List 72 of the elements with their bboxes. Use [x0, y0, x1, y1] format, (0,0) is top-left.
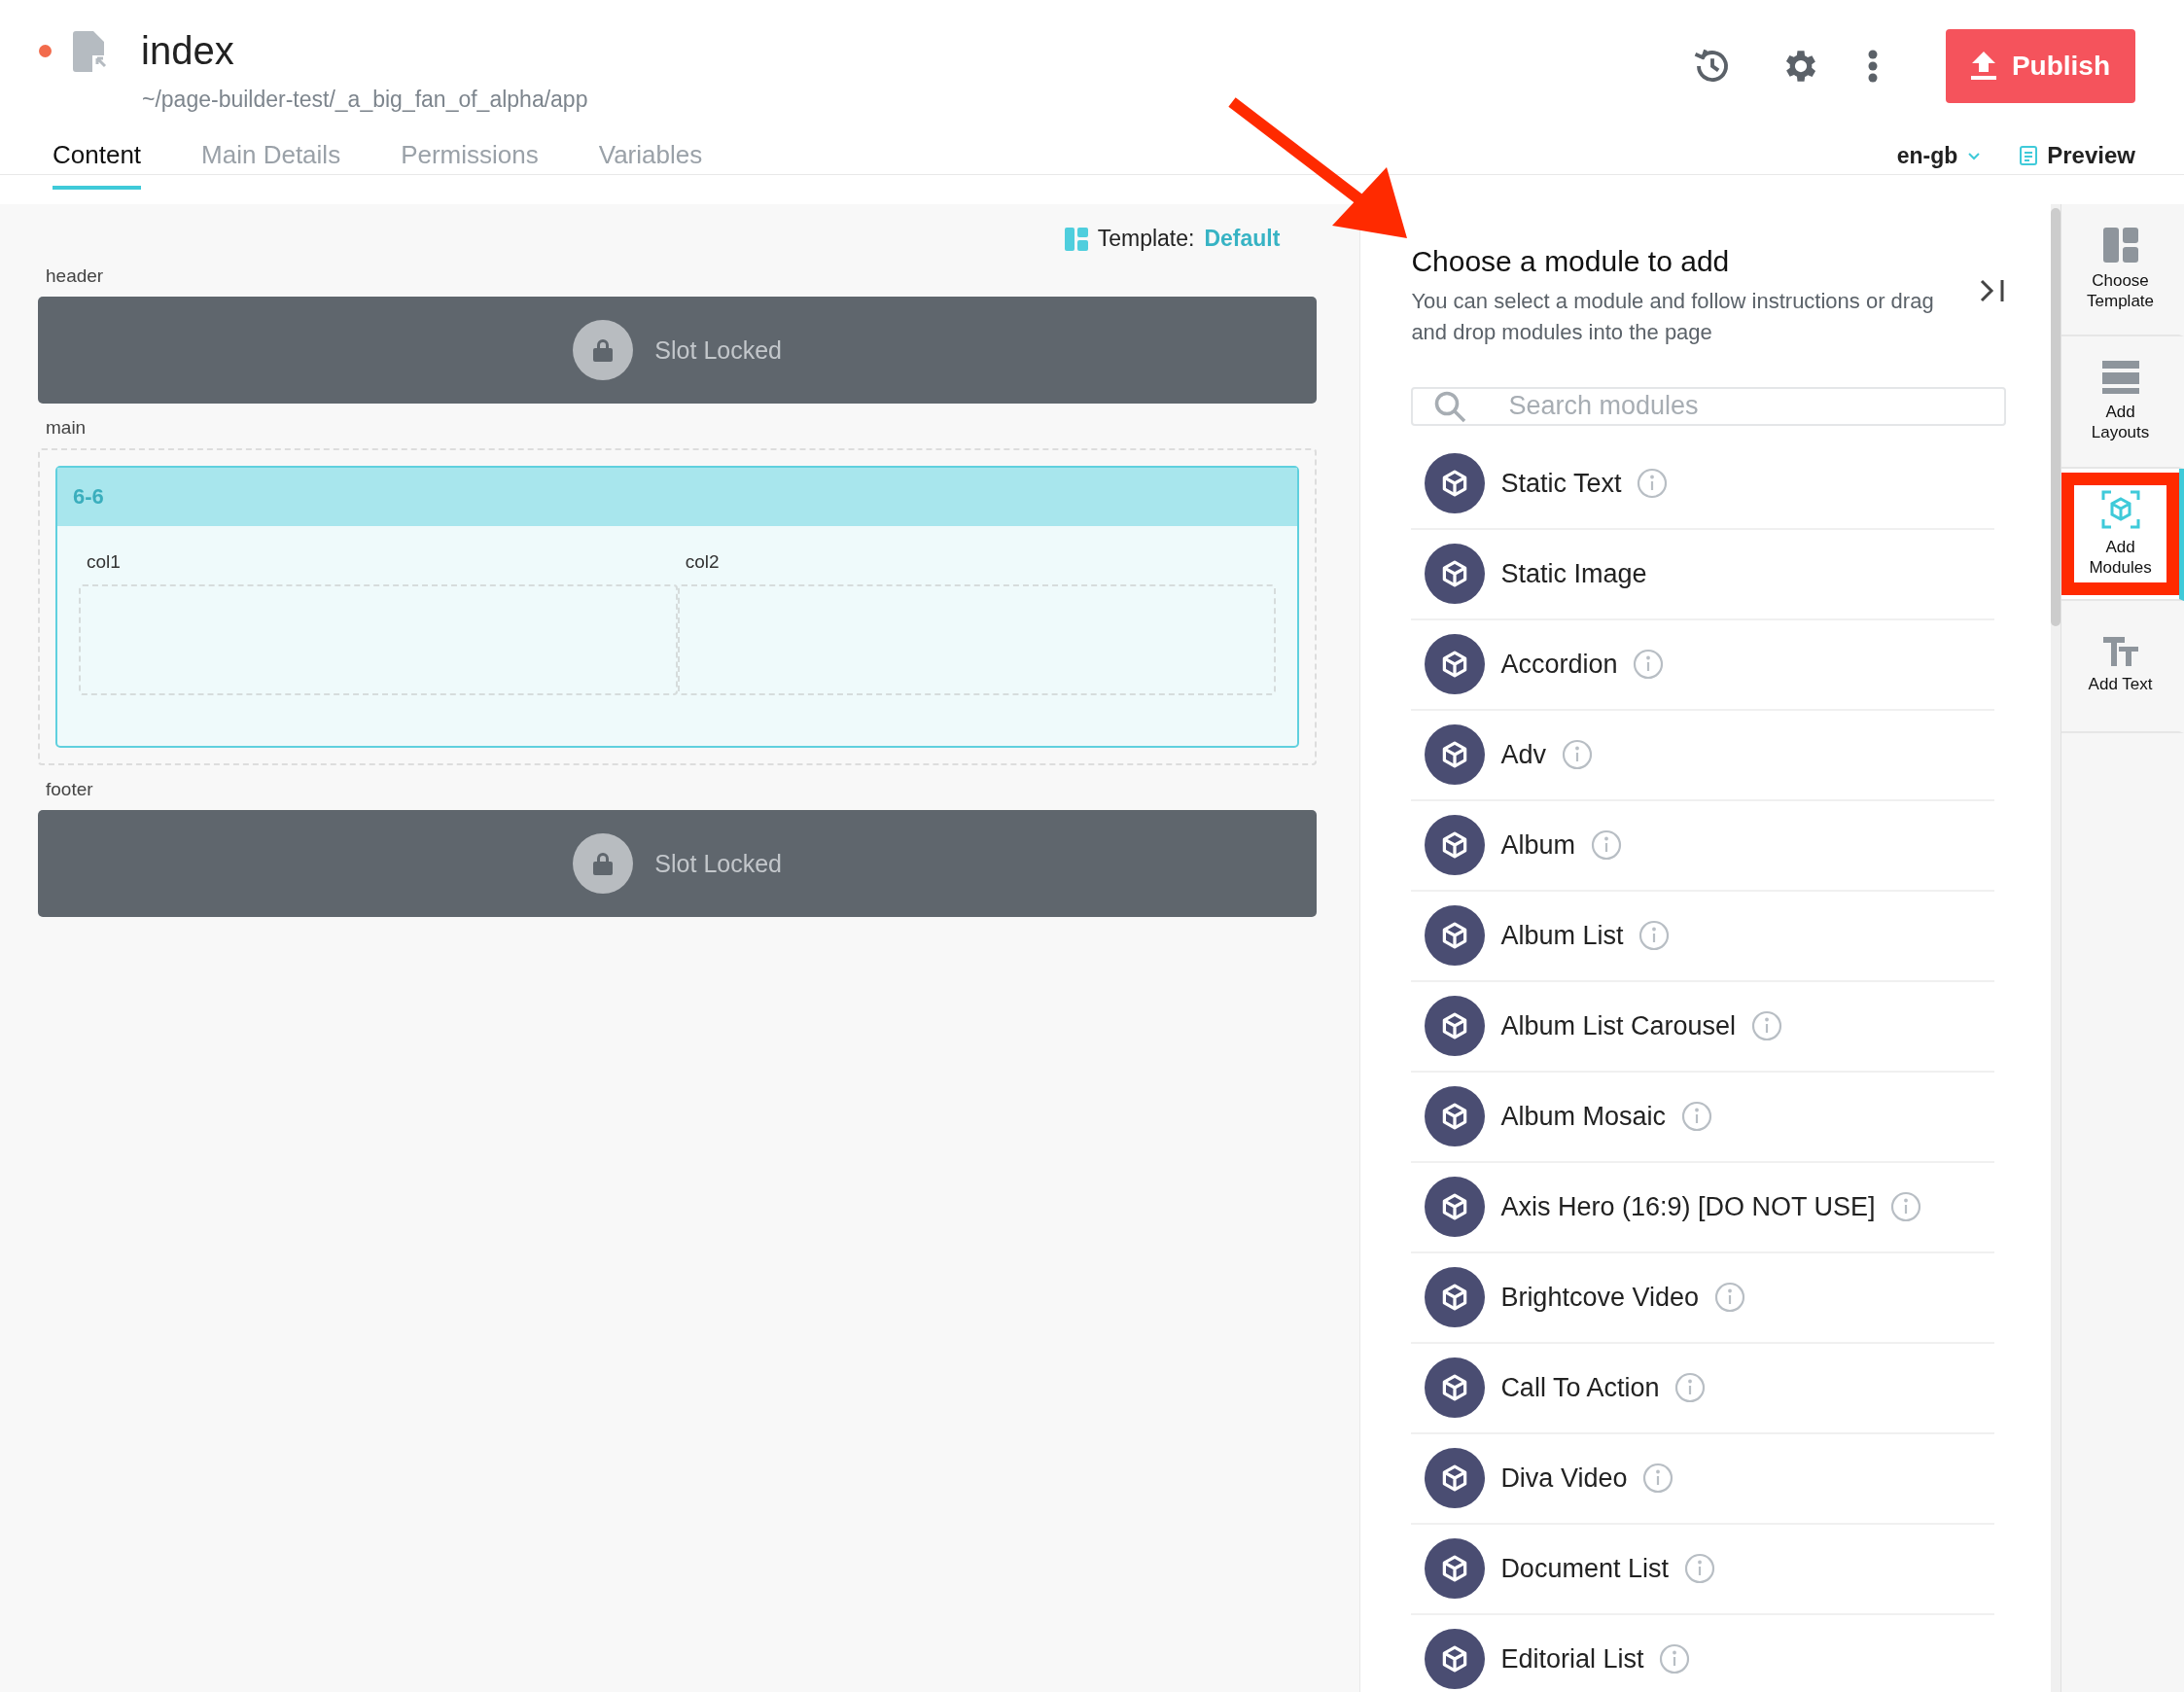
module-item[interactable]: Accordion: [1411, 619, 1995, 711]
panel-title: Choose a module to add: [1411, 245, 1731, 278]
module-item[interactable]: Adv: [1411, 710, 1995, 801]
locale-dropdown[interactable]: en-gb: [1896, 142, 1982, 169]
column-label: col1: [87, 551, 122, 573]
info-icon[interactable]: [1637, 468, 1669, 500]
slot-label: main: [46, 417, 88, 439]
module-name: Call To Action: [1500, 1372, 1660, 1403]
module-name: Album: [1500, 829, 1575, 861]
module-item[interactable]: Diva Video: [1411, 1433, 1995, 1525]
slot-label: header: [46, 265, 105, 287]
module-name: Accordion: [1500, 649, 1618, 680]
slot-status: Slot Locked: [654, 849, 782, 878]
file-icon: [73, 30, 108, 72]
more-icon[interactable]: [1867, 50, 1878, 83]
info-icon[interactable]: [1680, 1101, 1712, 1133]
tab[interactable]: Content: [53, 140, 142, 190]
template-icon: [1064, 227, 1088, 251]
module-name: Editorial List: [1500, 1643, 1644, 1674]
slot-status: Slot Locked: [654, 335, 782, 365]
info-icon[interactable]: [1642, 1463, 1674, 1495]
module-name: Album List: [1500, 920, 1624, 951]
module-icon: [2100, 489, 2140, 529]
chevron-down-icon: [1967, 151, 1982, 160]
module-item[interactable]: Album: [1411, 800, 1995, 892]
preview-button[interactable]: Preview: [2020, 142, 2135, 169]
module-item[interactable]: Static Text: [1411, 439, 1995, 530]
module-item[interactable]: Editorial List: [1411, 1614, 1995, 1692]
module-item[interactable]: Axis Hero (16:9) [DO NOT USE]: [1411, 1162, 1995, 1253]
info-icon[interactable]: [1590, 829, 1622, 862]
document-icon: [2020, 146, 2038, 165]
sidebar-tool[interactable]: Add Modules: [2061, 469, 2184, 601]
slot-label: footer: [46, 779, 94, 800]
module-name: Brightcove Video: [1500, 1282, 1699, 1313]
info-icon[interactable]: [1561, 739, 1593, 771]
module-item[interactable]: Album List Carousel: [1411, 981, 1995, 1073]
info-icon[interactable]: [1674, 1372, 1707, 1404]
module-name: Adv: [1500, 739, 1546, 770]
layout-title: 6-6: [73, 484, 104, 510]
panel-description: You can select a module and follow instructions or drag and drop modules into the page: [1411, 288, 1935, 346]
module-name: Album Mosaic: [1500, 1101, 1666, 1132]
info-icon[interactable]: [1751, 1010, 1782, 1042]
info-icon[interactable]: [1659, 1643, 1691, 1675]
info-icon[interactable]: [1633, 649, 1665, 681]
module-name: Axis Hero (16:9) [DO NOT USE]: [1500, 1191, 1876, 1222]
search-input[interactable]: Search modules: [1506, 390, 1986, 423]
template-icon: [2102, 227, 2138, 263]
info-icon[interactable]: [1638, 920, 1671, 952]
module-name: Diva Video: [1500, 1463, 1628, 1494]
module-item[interactable]: Document List: [1411, 1524, 1995, 1615]
text-size-icon: [2102, 637, 2138, 667]
scrollbar-thumb[interactable]: [2051, 208, 2061, 626]
module-item[interactable]: Static Image: [1411, 529, 1995, 620]
info-icon[interactable]: [1714, 1282, 1745, 1314]
info-icon[interactable]: [1683, 1553, 1715, 1585]
upload-icon: [1970, 52, 1996, 81]
module-name: Document List: [1500, 1553, 1669, 1584]
module-item[interactable]: Brightcove Video: [1411, 1252, 1995, 1344]
template-label: Template:: [1097, 226, 1195, 252]
module-item[interactable]: Album List: [1411, 891, 1995, 982]
module-name: Album List Carousel: [1500, 1010, 1736, 1041]
module-name: Static Text: [1500, 468, 1622, 499]
column-label: col2: [685, 551, 721, 573]
module-item[interactable]: Call To Action: [1411, 1343, 1995, 1434]
search-field[interactable]: Search modules: [1411, 386, 2007, 426]
page-title: index: [141, 29, 234, 73]
layouts-icon: [2101, 360, 2139, 394]
info-icon[interactable]: [1890, 1191, 1922, 1223]
collapse-panel-icon[interactable]: [1979, 278, 2007, 303]
page-path: ~/page-builder-test/_a_big_fan_of_alpha/app: [142, 87, 589, 113]
module-item[interactable]: Album Mosaic: [1411, 1072, 1995, 1163]
module-name: Static Image: [1500, 558, 1647, 589]
